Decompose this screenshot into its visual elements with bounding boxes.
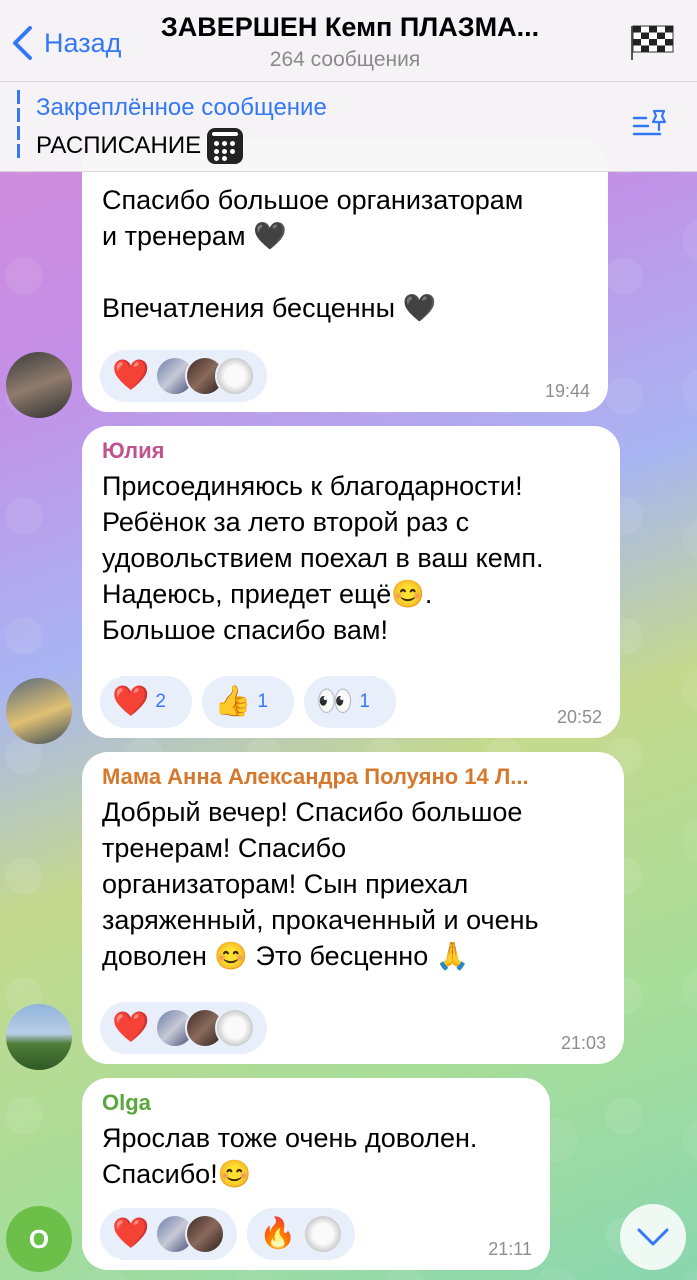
thumbs-up-icon: 👍 [214,685,252,718]
heart-icon: ❤️ [112,359,150,392]
avatar[interactable]: O [6,1206,72,1272]
reactor-avatars [302,1214,343,1254]
pinned-indicator [17,90,20,158]
pinned-text: РАСПИСАНИЕ [36,128,244,164]
heart-icon: ❤️ [112,1011,150,1044]
reaction-heart[interactable]: ❤️ [100,1002,268,1054]
chevron-down-icon [637,1228,669,1246]
reaction-fire[interactable]: 🔥 [247,1208,355,1260]
back-label: Назад [44,27,122,58]
reaction-eyes[interactable]: 👀 1 [304,676,396,728]
reaction-count: 1 [257,691,268,712]
message-bubble[interactable]: Спасибо большое организаторам и тренерам… [82,140,608,412]
heart-icon: ❤️ [112,1217,150,1250]
message-text: Присоединяюсь к благодарности! Ребёнок з… [102,471,544,645]
chevron-left-icon [13,26,32,60]
message-text: Добрый вечер! Спасибо большое тренерам! … [102,797,539,971]
calendar-icon [207,128,244,164]
pinned-message-bar[interactable]: Закреплённое сообщение РАСПИСАНИЕ [0,82,697,172]
chat-title[interactable]: ЗАВЕРШЕН Кемп ПЛАЗМА... [140,12,560,43]
message-bubble[interactable]: Юлия Присоединяюсь к благодарности! Ребё… [82,426,620,738]
back-button[interactable]: Назад [10,24,121,62]
avatar[interactable] [6,1004,72,1070]
sender-name[interactable]: Olga [102,1090,530,1116]
reaction-heart[interactable]: ❤️ 2 [100,676,192,728]
scroll-to-bottom-button[interactable] [620,1204,686,1270]
sender-name[interactable]: Мама Анна Александра Полуяно 14 Л... [102,764,604,790]
reaction-heart[interactable]: ❤️ [100,350,268,402]
pinned-text-label: РАСПИСАНИЕ [36,132,202,159]
avatar [302,1214,343,1254]
heart-icon: ❤️ [112,685,150,718]
avatar [185,1214,226,1254]
reactor-avatars [155,356,256,396]
fire-icon: 🔥 [259,1217,297,1250]
reaction-thumbs-up[interactable]: 👍 1 [202,676,294,728]
avatar[interactable] [6,678,72,744]
reactions-row: ❤️ [100,350,268,402]
message-text: Спасибо большое организаторам и тренерам… [102,185,524,323]
reactions-row: ❤️ [100,1002,268,1054]
reaction-count: 2 [155,691,166,712]
message-bubble[interactable]: Мама Анна Александра Полуяно 14 Л... Доб… [82,752,624,1064]
reaction-count: 1 [359,691,370,712]
reactions-row: ❤️ 2 👍 1 👀 1 [100,676,396,728]
pinned-list-icon[interactable] [630,108,670,144]
reactor-avatars [155,1214,226,1254]
message-bubble[interactable]: Olga Ярослав тоже очень доволен. Спасибо… [82,1078,550,1270]
message-time: 21:11 [488,1239,532,1259]
reactions-row: ❤️ 🔥 [100,1208,355,1260]
eyes-icon: 👀 [316,685,354,718]
reactor-avatars [155,1008,256,1048]
message-time: 19:44 [544,381,590,401]
message-time: 21:03 [560,1033,606,1053]
message-count: 264 сообщения [269,48,421,71]
avatar [215,356,256,396]
checkered-flag-icon[interactable] [628,22,676,62]
reaction-heart[interactable]: ❤️ [100,1208,238,1260]
pinned-title: Закреплённое сообщение [36,94,327,121]
message-time: 20:52 [556,707,602,727]
message-text: Ярослав тоже очень доволен. Спасибо!😊 [102,1123,478,1189]
avatar [215,1008,256,1048]
chat-header: Назад ЗАВЕРШЕН Кемп ПЛАЗМА... 264 сообще… [0,0,697,82]
sender-name[interactable]: Юлия [102,438,600,464]
avatar[interactable] [6,352,72,418]
